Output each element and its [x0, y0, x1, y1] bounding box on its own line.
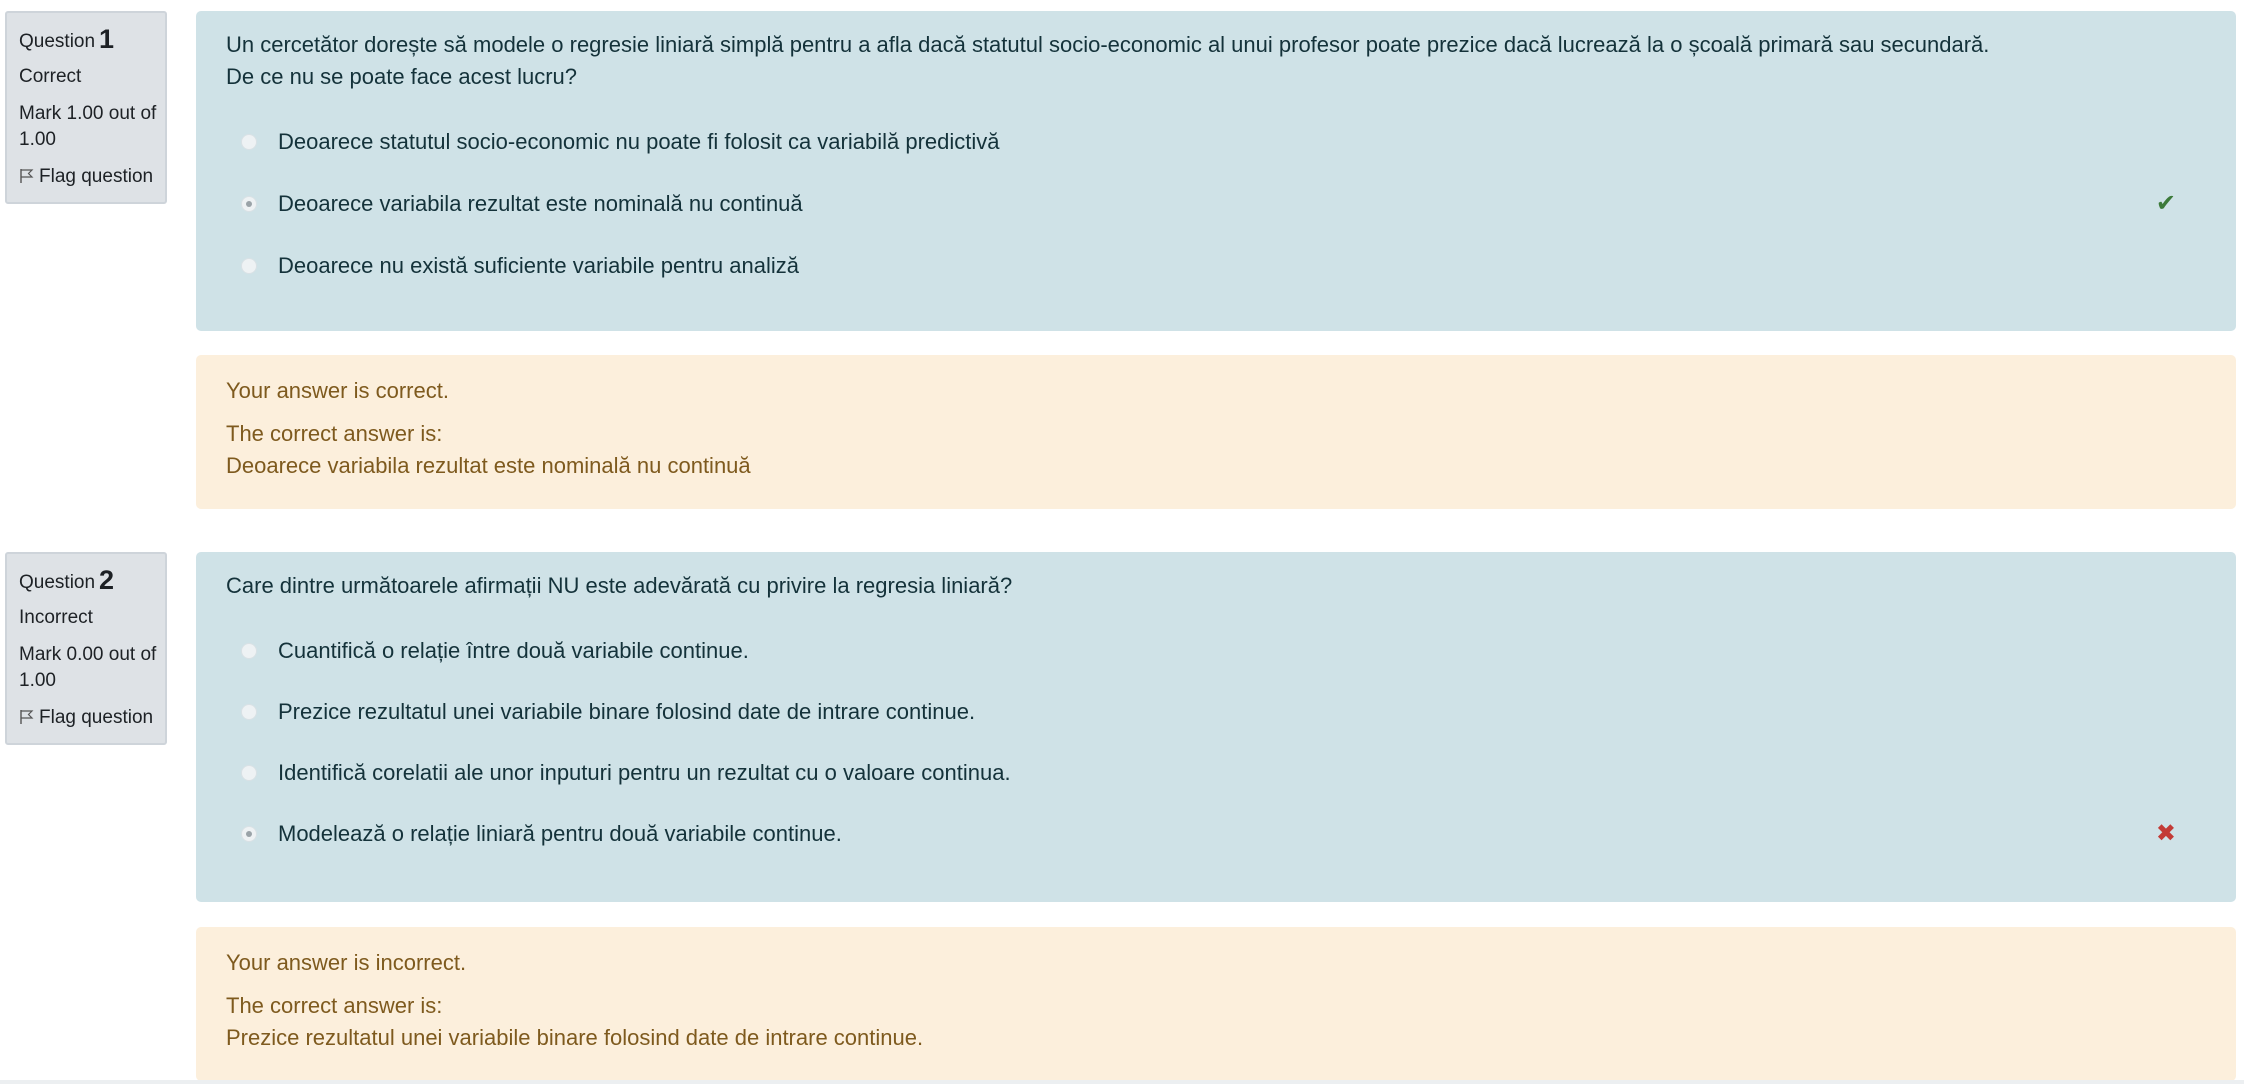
flag-icon [20, 710, 34, 724]
flag-label: Flag question [39, 166, 154, 187]
radio-button-selected[interactable] [241, 196, 257, 212]
radio-button[interactable] [241, 258, 257, 274]
answer-text: Deoarece variabila rezultat este nominal… [278, 191, 803, 216]
correct-answer-label: The correct answer is: [226, 421, 443, 446]
answer-option-1[interactable]: Cuantifică o relație între două variabil… [226, 620, 2206, 681]
flag-label: Flag question [39, 707, 154, 728]
question-state: Incorrect [19, 607, 93, 628]
quiz-review-page: Question 1 Correct Mark 1.00 out of 1.00 … [0, 0, 2244, 1084]
radio-button[interactable] [241, 703, 257, 720]
question-text-line-1: Un cercetător dorește să modele o regres… [226, 32, 1990, 57]
answer-option-2[interactable]: Deoarece variabila rezultat este nominal… [226, 173, 2206, 235]
question-grade: Mark 1.00 out of 1.00 [19, 103, 157, 150]
question-formulation: Un cercetător dorește să modele o regres… [196, 11, 2236, 331]
question-info: Question 2 Incorrect Mark 0.00 out of 1.0… [5, 552, 167, 745]
correct-answer-label: The correct answer is: [226, 993, 443, 1018]
question-text: Un cercetător dorește să modele o regres… [226, 29, 2206, 93]
question-text: Care dintre următoarele afirmații NU est… [226, 570, 2206, 602]
correct-answer-text: Deoarece variabila rezultat este nominal… [226, 453, 751, 478]
question-state: Correct [19, 66, 82, 87]
radio-button-selected[interactable] [241, 825, 257, 842]
answer-text: Prezice rezultatul unei variabile binare… [278, 698, 976, 724]
answer-option-1[interactable]: Deoarece statutul socio-economic nu poat… [226, 111, 2206, 173]
question-grade: Mark 0.00 out of 1.00 [19, 644, 157, 691]
feedback-result: Your answer is incorrect. [226, 950, 467, 975]
question-feedback: Your answer is incorrect. The correct an… [196, 927, 2236, 1081]
question-text-line-1: Care dintre următoarele afirmații NU est… [226, 573, 1013, 598]
answer-text: Modelează o relație liniară pentru două … [278, 820, 842, 846]
answer-text: Deoarece statutul socio-economic nu poat… [278, 129, 1000, 154]
feedback-result: Your answer is correct. [226, 378, 449, 403]
answer-list: Deoarece statutul socio-economic nu poat… [226, 111, 2206, 297]
feedback-spacer [226, 979, 2206, 990]
question-number: 1 [99, 24, 115, 54]
feedback-spacer [226, 407, 2206, 418]
cross-icon: ✖ [2155, 819, 2176, 847]
check-icon: ✔ [2155, 190, 2176, 217]
answer-list: Cuantifică o relație între două variabil… [226, 620, 2206, 864]
answer-text: Cuantifică o relație între două variabil… [278, 637, 749, 663]
question-label: Question [19, 31, 96, 52]
question-info: Question 1 Correct Mark 1.00 out of 1.00 … [5, 11, 167, 204]
correct-answer-text: Prezice rezultatul unei variabile binare… [226, 1025, 924, 1050]
flag-icon [20, 169, 34, 183]
answer-text: Identifică corelatii ale unor inputuri p… [278, 759, 1011, 785]
answer-option-4[interactable]: Modelează o relație liniară pentru două … [226, 803, 2206, 864]
question-number-row: Question 2 [19, 567, 165, 596]
radio-button[interactable] [241, 764, 257, 781]
radio-button[interactable] [241, 134, 257, 150]
question-feedback: Your answer is correct. The correct answ… [196, 355, 2236, 509]
answer-text: Deoarece nu există suficiente variabile … [278, 253, 799, 278]
bottom-divider [0, 1080, 2244, 1084]
radio-button[interactable] [241, 642, 257, 659]
question-text-line-2: De ce nu se poate face acest lucru? [226, 64, 577, 89]
question-number: 2 [99, 565, 115, 595]
answer-option-3[interactable]: Identifică corelatii ale unor inputuri p… [226, 742, 2206, 803]
flag-question-link[interactable]: Flag question [19, 164, 165, 190]
answer-option-3[interactable]: Deoarece nu există suficiente variabile … [226, 235, 2206, 297]
flag-question-link[interactable]: Flag question [19, 705, 165, 731]
question-formulation: Care dintre următoarele afirmații NU est… [196, 552, 2236, 902]
answer-option-2[interactable]: Prezice rezultatul unei variabile binare… [226, 681, 2206, 742]
question-label: Question [19, 572, 96, 593]
question-number-row: Question 1 [19, 26, 165, 55]
